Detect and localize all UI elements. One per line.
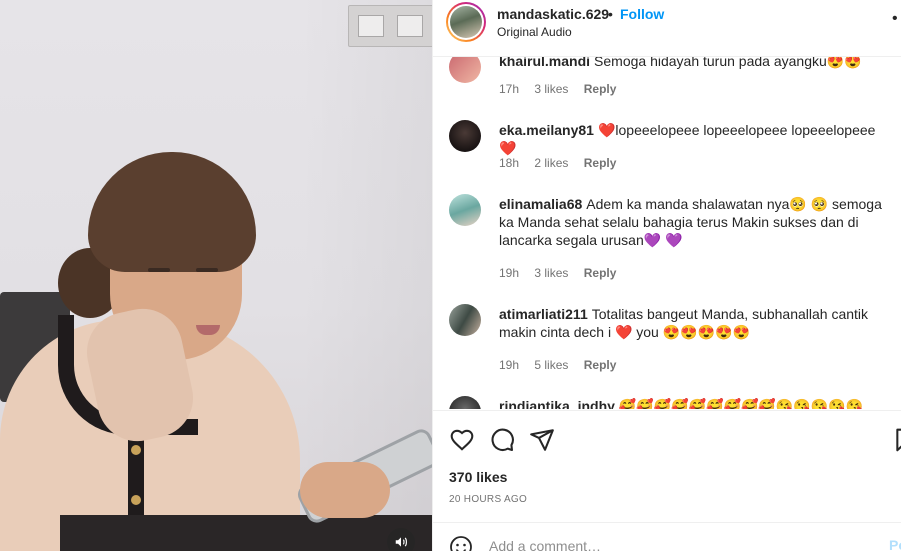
light-switch: [348, 5, 432, 47]
person-eye: [196, 268, 218, 272]
comment-time[interactable]: 17h: [499, 82, 519, 96]
separator-dot: •: [608, 6, 613, 22]
comment-username[interactable]: khairul.mandi: [499, 57, 590, 69]
post-header: mandaskatic.629 • Follow Original Audio …: [433, 0, 901, 57]
switch-right: [397, 15, 423, 37]
post-timestamp: 20 HOURS AGO: [449, 494, 528, 505]
comment-text: rindiantika_indhy 🥰🥰🥰🥰🥰🥰🥰🥰🥰😘😘😘😘😘: [499, 397, 889, 409]
bookmark-icon[interactable]: [893, 427, 901, 453]
comment-time[interactable]: 19h: [499, 358, 519, 372]
comment-text: elinamalia68 Adem ka manda shalawatan nya…: [499, 195, 889, 249]
comment-input[interactable]: [489, 535, 869, 551]
comment-username[interactable]: eka.meilany81: [499, 122, 594, 138]
commenter-avatar[interactable]: [449, 396, 481, 409]
comment-body: 🥰🥰🥰🥰🥰🥰🥰🥰🥰😘😘😘😘😘: [618, 398, 863, 409]
commenter-avatar[interactable]: [449, 57, 481, 83]
comment-meta: 18h 2 likes Reply: [499, 156, 628, 170]
post-comment-button[interactable]: Post: [889, 537, 901, 551]
follow-button[interactable]: Follow: [620, 6, 664, 22]
comment-icon[interactable]: [489, 427, 515, 453]
reply-button[interactable]: Reply: [584, 266, 617, 280]
comment-username[interactable]: elinamalia68: [499, 196, 582, 212]
comment-meta: 19h 3 likes Reply: [499, 266, 628, 280]
cardigan-button: [131, 445, 141, 455]
comment-username[interactable]: atimarliati211: [499, 306, 588, 322]
volume-icon[interactable]: [387, 528, 415, 551]
avatar[interactable]: [446, 2, 486, 42]
comment-text: atimarliati211 Totalitas bangeut Manda, s…: [499, 305, 889, 341]
share-icon[interactable]: [529, 427, 555, 453]
reply-button[interactable]: Reply: [584, 358, 617, 372]
commenter-avatar[interactable]: [449, 304, 481, 336]
add-comment-bar: Post: [433, 522, 901, 551]
comment-body: Semoga hidayah turun pada ayangku😍😍: [594, 57, 862, 69]
comment-likes[interactable]: 2 likes: [534, 156, 568, 170]
comment-likes[interactable]: 3 likes: [534, 266, 568, 280]
post-username[interactable]: mandaskatic.629: [497, 6, 609, 22]
reply-button[interactable]: Reply: [584, 82, 617, 96]
comment-text: khairul.mandi Semoga hidayah turun pada a…: [499, 57, 889, 70]
comment-time[interactable]: 19h: [499, 266, 519, 280]
comment-time[interactable]: 18h: [499, 156, 519, 170]
post-actions: 370 likes 20 HOURS AGO: [433, 410, 901, 522]
more-dots-icon[interactable]: •: [892, 10, 898, 28]
person-hand: [300, 462, 390, 518]
comment-meta: 17h 3 likes Reply: [499, 82, 628, 96]
reel-video[interactable]: [0, 0, 432, 551]
post-panel: mandaskatic.629 • Follow Original Audio …: [432, 0, 901, 551]
switch-left: [358, 15, 384, 37]
comment-username[interactable]: rindiantika_indhy: [499, 398, 615, 409]
commenter-avatar[interactable]: [449, 120, 481, 152]
emoji-icon[interactable]: [449, 535, 473, 551]
comment-meta: 19h 5 likes Reply: [499, 358, 628, 372]
comment-likes[interactable]: 5 likes: [534, 358, 568, 372]
heart-icon[interactable]: [449, 427, 475, 453]
table: [60, 515, 432, 551]
likes-count[interactable]: 370 likes: [449, 469, 507, 485]
comment-text: eka.meilany81 ❤️lopeeelopeee lopeeelopeee…: [499, 121, 889, 157]
person-eye: [148, 268, 170, 272]
comment-list[interactable]: khairul.mandi Semoga hidayah turun pada a…: [433, 57, 901, 409]
comment-likes[interactable]: 3 likes: [534, 82, 568, 96]
reply-button[interactable]: Reply: [584, 156, 617, 170]
person-hair: [88, 152, 256, 272]
audio-label[interactable]: Original Audio: [497, 25, 572, 39]
cardigan-button: [131, 495, 141, 505]
commenter-avatar[interactable]: [449, 194, 481, 226]
